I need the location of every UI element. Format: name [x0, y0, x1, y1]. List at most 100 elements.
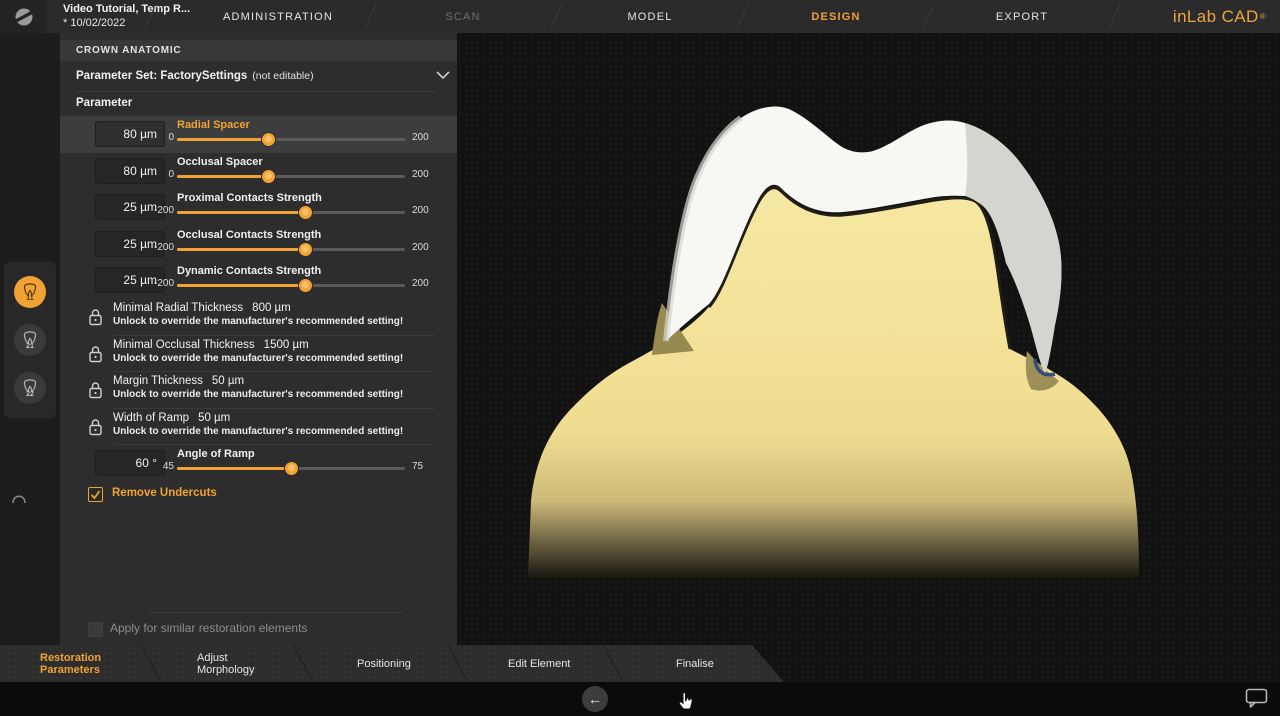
tab-scan[interactable]: SCAN	[445, 0, 480, 33]
menu-separator	[922, 4, 934, 29]
tooth-number: 11	[26, 295, 33, 302]
apply-similar-checkbox[interactable]	[88, 622, 103, 637]
sirona-logo-icon	[13, 6, 35, 28]
locked-param-note: Unlock to override the manufacturer's re…	[113, 426, 403, 437]
locked-param-value: 50 µm	[212, 375, 244, 387]
tab-design[interactable]: DESIGN	[811, 0, 860, 33]
locked-param-title: Minimal Occlusal Thickness1500 µm	[113, 339, 309, 351]
slider-track[interactable]	[177, 211, 405, 214]
value-input[interactable]: 80 µm	[95, 121, 165, 147]
slider-fill	[177, 248, 305, 251]
parameter-set-suffix: (not editable)	[252, 70, 313, 82]
lock-icon[interactable]	[88, 381, 103, 399]
slider-max: 200	[412, 205, 429, 216]
lock-icon[interactable]	[88, 418, 103, 436]
parameter-panel: CROWN ANATOMIC Parameter Set: FactorySet…	[60, 33, 457, 645]
slider-row-occlusal-contacts: 25 µm Occlusal Contacts Strength -200 20…	[60, 226, 457, 263]
locked-param-title: Width of Ramp50 µm	[113, 412, 230, 424]
remove-undercuts-checkbox[interactable]	[88, 487, 103, 502]
locked-row-minimal-radial-thickness: Minimal Radial Thickness800 µm Unlock to…	[60, 299, 457, 336]
locked-param-label: Minimal Occlusal Thickness	[113, 339, 255, 351]
divider	[150, 612, 403, 613]
brand-registered-mark: ®	[1260, 12, 1266, 21]
slider-handle[interactable]	[299, 279, 312, 292]
slider-track[interactable]	[177, 138, 405, 141]
slider-row-angle-of-ramp: 60 ° Angle of Ramp 45 75	[60, 445, 457, 482]
locked-row-margin-thickness: Margin Thickness50 µm Unlock to override…	[60, 372, 457, 409]
slider-min: -200	[154, 242, 174, 253]
lock-icon[interactable]	[88, 308, 103, 326]
slider-handle[interactable]	[262, 133, 275, 146]
menu-separator	[550, 4, 562, 29]
tab-administration[interactable]: ADMINISTRATION	[223, 0, 333, 33]
workflow-step-bar: Restoration Parameters Adjust Morphology…	[0, 645, 800, 682]
slider-min: 0	[168, 169, 174, 180]
divider	[76, 91, 436, 92]
brand-logo: inLab CAD®	[1173, 0, 1266, 33]
tooth-button-11[interactable]: 11	[14, 276, 46, 308]
lock-icon[interactable]	[88, 345, 103, 363]
tab-model[interactable]: MODEL	[627, 0, 672, 33]
parameter-set-row[interactable]: Parameter Set: FactorySettings (not edit…	[60, 61, 457, 91]
slider-handle[interactable]	[299, 206, 312, 219]
remove-undercuts-label[interactable]: Remove Undercuts	[112, 487, 217, 499]
chevron-down-icon[interactable]	[436, 71, 450, 80]
slider-max: 200	[412, 132, 429, 143]
step-edit-element[interactable]: Edit Element	[508, 645, 598, 682]
step-finalise[interactable]: Finalise	[676, 645, 746, 682]
app-logo[interactable]	[0, 0, 47, 33]
tooth-selector: 11 21 22	[4, 262, 56, 418]
slider-handle[interactable]	[299, 243, 312, 256]
tab-export[interactable]: EXPORT	[996, 0, 1048, 33]
3d-viewport[interactable]	[457, 33, 1280, 682]
slider-fill	[177, 284, 305, 287]
locked-param-value: 800 µm	[252, 302, 291, 314]
value-text: 25 µm	[123, 237, 157, 251]
step-label: Finalise	[676, 658, 714, 670]
remove-undercuts-row: Remove Undercuts	[60, 485, 457, 507]
check-icon	[89, 488, 102, 501]
crown-3d-render	[457, 33, 1280, 682]
tooth-number: 21	[26, 343, 34, 350]
step-separator	[447, 645, 468, 682]
value-text: 80 µm	[123, 127, 157, 141]
locked-param-label: Minimal Radial Thickness	[113, 302, 243, 314]
slider-track[interactable]	[177, 248, 405, 251]
slider-row-dynamic-contacts: 25 µm Dynamic Contacts Strength -200 200	[60, 262, 457, 299]
slider-label: Angle of Ramp	[177, 448, 255, 460]
case-title: Video Tutorial, Temp R...	[63, 2, 190, 16]
tooth-button-22[interactable]: 22	[14, 372, 46, 404]
slider-track[interactable]	[177, 467, 405, 470]
slider-label: Occlusal Contacts Strength	[177, 229, 321, 241]
step-positioning[interactable]: Positioning	[357, 645, 447, 682]
slider-handle[interactable]	[285, 462, 298, 475]
slider-row-proximal-contacts: 25 µm Proximal Contacts Strength -200 20…	[60, 189, 457, 226]
back-button[interactable]: ←	[582, 686, 608, 712]
slider-min: -200	[154, 278, 174, 289]
slider-max: 200	[412, 242, 429, 253]
value-input[interactable]: 60 °	[95, 450, 165, 476]
bottom-strip: ←	[0, 682, 1280, 716]
step-label: Adjust Morphology	[197, 652, 287, 676]
slider-track[interactable]	[177, 284, 405, 287]
chat-icon[interactable]	[1245, 688, 1268, 713]
menu-separator	[364, 4, 376, 29]
slider-fill	[177, 138, 268, 141]
step-label: Edit Element	[508, 658, 570, 670]
slider-label: Occlusal Spacer	[177, 156, 263, 168]
tooth-number: 22	[26, 391, 34, 398]
step-adjust-morphology[interactable]: Adjust Morphology	[197, 645, 287, 682]
slider-min: 45	[163, 461, 174, 472]
step-separator	[140, 645, 161, 682]
tooth-button-21[interactable]: 21	[14, 324, 46, 356]
jaw-arch-icon	[10, 490, 28, 508]
slider-label: Proximal Contacts Strength	[177, 192, 322, 204]
panel-title: CROWN ANATOMIC	[76, 45, 181, 56]
slider-handle[interactable]	[262, 170, 275, 183]
value-input[interactable]: 80 µm	[95, 158, 165, 184]
case-info[interactable]: Video Tutorial, Temp R... * 10/02/2022	[63, 2, 190, 30]
locked-param-note: Unlock to override the manufacturer's re…	[113, 389, 403, 400]
step-separator	[292, 645, 313, 682]
slider-track[interactable]	[177, 175, 405, 178]
step-restoration-parameters[interactable]: Restoration Parameters	[40, 645, 140, 682]
